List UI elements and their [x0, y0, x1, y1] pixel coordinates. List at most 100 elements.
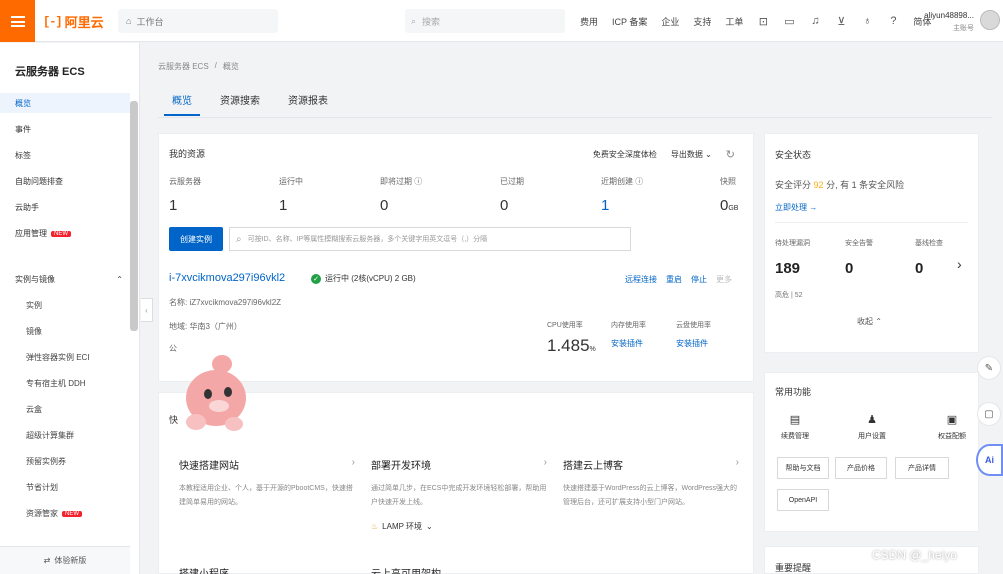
quick-tile-blog[interactable]: 搭建云上博客 › 快速搭建基于WordPress的云上博客，WordPress强大…	[563, 457, 739, 510]
security-title: 安全状态	[775, 150, 812, 160]
top-link-enterprise[interactable]: 企业	[661, 15, 679, 28]
edit-icon[interactable]: ✎	[977, 356, 1001, 380]
sec-stat-alerts[interactable]: 安全告警 0	[845, 238, 873, 277]
sidebar-item-eci[interactable]: 弹性容器实例 ECI	[26, 352, 90, 363]
sidebar-item-cloudbox[interactable]: 云盒	[26, 404, 42, 415]
renewal-management[interactable]: ▤ 续费管理	[770, 413, 820, 441]
product-pricing-button[interactable]: 产品价格	[835, 457, 887, 479]
quick-tile-website[interactable]: 快速搭建网站 › 本教程适用企业、个人，基于开源的PbootCMS，快速搭建简单易…	[179, 457, 355, 510]
score-suffix: 分, 有	[826, 180, 850, 190]
sidebar-item-cloud-assistant[interactable]: 云助手	[15, 202, 39, 213]
tile-title: 部署开发环境	[371, 461, 431, 472]
mascot-sticker	[186, 355, 246, 431]
stat-recent[interactable]: 近期创建 ⓘ 1	[601, 176, 643, 214]
more-link[interactable]: 更多	[716, 274, 732, 285]
sec-stat-baseline[interactable]: 基线检查 0	[915, 238, 943, 277]
cart-icon[interactable]: ⊻	[835, 15, 847, 28]
sidebar-item-images[interactable]: 镜像	[26, 326, 42, 337]
workbench-button[interactable]: ⌂ 工作台	[118, 9, 278, 33]
export-data-dropdown[interactable]: 导出数据 ⌄	[671, 149, 712, 160]
product-details-button[interactable]: 产品详情	[895, 457, 949, 479]
feedback-icon[interactable]: ▢	[977, 402, 1001, 426]
sidebar-item-label: 标签	[15, 151, 31, 160]
user-settings[interactable]: ♟ 用户设置	[847, 413, 897, 441]
terminal-icon[interactable]: ⊡	[757, 15, 769, 28]
sidebar-item-ddh[interactable]: 专有宿主机 DDH	[26, 378, 86, 389]
sidebar-item-tags[interactable]: 标签	[15, 150, 31, 161]
refresh-icon[interactable]: ↻	[726, 148, 735, 161]
filter-placeholder: 可按ID、名称、IP等属性模糊搜索云服务器，多个关键字用英文逗号（,）分隔	[247, 236, 488, 243]
tab-resource-report[interactable]: 资源报表	[274, 88, 342, 116]
top-link-support[interactable]: 支持	[693, 15, 711, 28]
security-checkup-link[interactable]: 免费安全深度体检	[593, 149, 657, 160]
menu-button[interactable]	[0, 0, 35, 42]
chevron-left-icon: ‹	[145, 305, 148, 315]
sidebar-item-troubleshoot[interactable]: 自助问题排查	[15, 176, 63, 187]
create-instance-button[interactable]: 创建实例	[169, 227, 223, 251]
top-link-icp[interactable]: ICP 备案	[612, 15, 647, 28]
stat-servers[interactable]: 云服务器 1	[169, 176, 201, 214]
stat-running[interactable]: 运行中 1	[279, 176, 303, 214]
sec-stat-vulns[interactable]: 待处理漏洞 189	[775, 238, 810, 277]
stop-link[interactable]: 停止	[691, 274, 707, 285]
common-functions-title: 常用功能	[775, 387, 812, 397]
bell-icon[interactable]: ♫	[809, 15, 821, 27]
lamp-env-dropdown[interactable]: ♨ LAMP 环境 ⌄	[371, 521, 433, 532]
quota-management[interactable]: ▣ 权益配额	[927, 413, 977, 441]
logo[interactable]: [-] 阿里云	[43, 12, 104, 31]
install-plugin-link[interactable]: 安装插件	[676, 338, 711, 349]
tabs-divider	[158, 117, 992, 118]
sec-stat-label: 安全告警	[845, 240, 873, 247]
restart-link[interactable]: 重启	[666, 274, 682, 285]
chevron-right-icon[interactable]: ›	[957, 256, 962, 272]
quick-tile-dev-env[interactable]: 部署开发环境 › 通过简单几步，在ECS中完成开发环境轻松部署，帮助用户快速开发上…	[371, 457, 547, 510]
hamburger-icon	[10, 15, 25, 27]
stat-expired[interactable]: 已过期 0	[500, 176, 524, 214]
breadcrumb-separator: /	[214, 61, 217, 70]
openapi-button[interactable]: OpenAPI	[777, 489, 829, 511]
quick-tile-miniprogram[interactable]: 搭建小程序	[179, 565, 229, 574]
sidebar-item-supercomputing[interactable]: 超级计算集群	[26, 430, 74, 441]
ai-assistant-button[interactable]: Ai	[976, 444, 1003, 476]
sidebar-collapse-handle[interactable]: ‹	[141, 298, 153, 322]
metric-label: CPU使用率	[547, 322, 583, 329]
sidebar-group-instances[interactable]: 实例与镜像 ⌃	[15, 274, 123, 285]
user-info[interactable]: aliyun48898... 主账号	[920, 9, 974, 35]
try-new-version-button[interactable]: ⇄ 体验新版	[0, 546, 130, 574]
avatar[interactable]	[980, 10, 1000, 30]
instance-status: ✓ 运行中 (2核(vCPU) 2 GB)	[311, 273, 416, 284]
tab-resource-search[interactable]: 资源搜索	[206, 88, 274, 116]
top-link-ticket[interactable]: 工单	[725, 15, 743, 28]
instance-filter-input[interactable]: ⌕ 可按ID、名称、IP等属性模糊搜索云服务器，多个关键字用英文逗号（,）分隔	[229, 227, 631, 251]
sidebar-item-reserved[interactable]: 预留实例券	[26, 456, 66, 467]
cpu-metric: CPU使用率 1.485%	[547, 320, 596, 356]
collapse-button[interactable]: 收起 ⌃	[857, 316, 882, 327]
workbench-label: 工作台	[136, 16, 164, 27]
search-input[interactable]: ⌕ 搜索	[405, 9, 565, 33]
sidebar-item-instances[interactable]: 实例	[26, 300, 42, 311]
sidebar-item-overview[interactable]: 概览	[15, 98, 31, 109]
help-icon[interactable]: ?	[887, 15, 899, 27]
remote-connect-link[interactable]: 远程连接	[625, 274, 657, 285]
sidebar-item-events[interactable]: 事件	[15, 124, 31, 135]
stat-expiring[interactable]: 即将过期 ⓘ 0	[380, 176, 422, 214]
sidebar-item-label: 应用管理	[15, 229, 47, 238]
sidebar-item-app-management[interactable]: 应用管理 NEW	[15, 228, 71, 239]
instance-status-text: 运行中 (2核(vCPU) 2 GB)	[325, 274, 416, 283]
stat-snapshots[interactable]: 快照 0GB	[720, 176, 738, 214]
sidebar-item-savings[interactable]: 节省计划	[26, 482, 58, 493]
top-link-billing[interactable]: 费用	[580, 15, 598, 28]
help-docs-button[interactable]: 帮助与文档	[777, 457, 829, 479]
chevron-up-icon: ⌃	[116, 275, 123, 284]
quick-tile-ha-architecture[interactable]: 云上高可用架构	[371, 565, 441, 574]
instance-id-link[interactable]: i-7xvcikmova297i96vkl2	[169, 272, 285, 284]
handle-now-link[interactable]: 立即处理 →	[775, 202, 817, 213]
sidebar-scrollbar[interactable]	[130, 101, 138, 331]
sidebar-item-resource-steward[interactable]: 资源管家 NEW	[26, 508, 82, 519]
tab-overview[interactable]: 概览	[158, 88, 206, 116]
bulb-icon[interactable]: ♁	[861, 15, 873, 27]
install-plugin-link[interactable]: 安装插件	[611, 338, 646, 349]
screen-icon[interactable]: ▭	[783, 15, 795, 28]
breadcrumb-ecs[interactable]: 云服务器 ECS	[158, 61, 209, 72]
instance-actions: 远程连接 重启 停止 更多	[625, 274, 732, 285]
